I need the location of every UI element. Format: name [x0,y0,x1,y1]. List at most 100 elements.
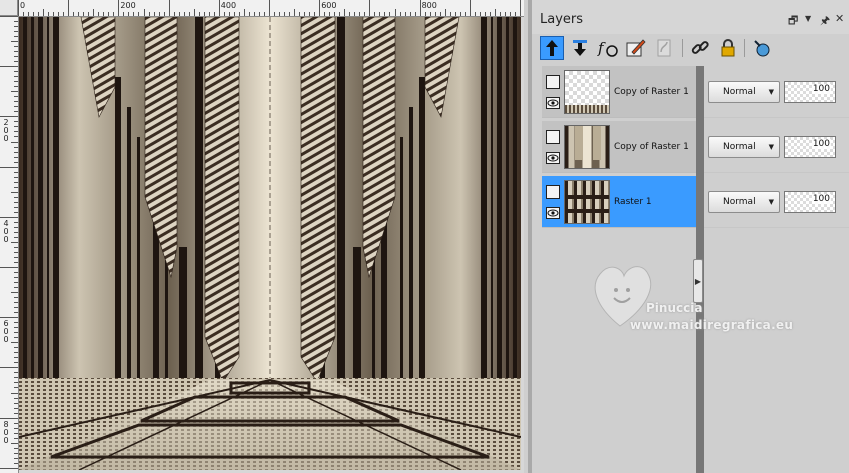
ruler-tick [14,307,18,309]
ruler-tick [14,347,18,349]
visibility-eye-icon[interactable] [546,152,560,164]
ruler-tick [148,12,150,16]
layer-group-icon[interactable] [546,185,560,199]
ruler-tick [454,12,456,16]
visibility-eye-icon[interactable] [546,207,560,219]
layer-row[interactable]: Raster 1 [542,176,696,228]
layer-styles-fx-icon[interactable]: f [596,36,620,60]
ruler-tick [14,337,18,339]
ruler-tick [14,196,18,198]
ruler-tick [168,0,170,16]
opacity-field[interactable]: 100 [784,191,836,213]
ruler-tick [0,367,18,369]
watermark-text: Pinuccia [646,301,703,315]
ruler-tick [399,12,401,16]
layer-thumbnail [564,180,610,224]
blend-mode-select[interactable]: Normal ▼ [708,81,780,103]
ruler-tick [0,267,18,268]
opacity-value: 100 [811,84,831,94]
ruler-tick [14,327,18,329]
ruler-tick [243,9,245,16]
ruler-tick [439,12,441,16]
ruler-tick [33,12,35,16]
ruler-tick [469,0,471,16]
ruler-label: 400 [220,1,237,10]
ruler-tick [118,0,120,16]
ruler-tick [14,96,18,98]
ruler-tick [14,372,18,374]
move-layer-down-icon[interactable] [568,36,592,60]
ruler-tick [499,12,501,16]
ruler-tick [359,12,361,16]
ruler-tick [48,12,50,16]
ruler-tick [14,447,18,449]
ruler-left[interactable]: 200 400 600 800 [0,16,19,473]
layer-row[interactable]: Copy of Raster 1 [542,66,696,118]
layer-group-icon[interactable] [546,75,560,89]
ruler-tick [253,12,255,16]
restore-icon[interactable]: 🗗 [788,12,798,31]
ruler-tick [509,12,511,16]
ruler-tick [14,136,18,138]
ruler-tick [11,241,18,243]
new-layer-icon[interactable] [750,36,774,60]
edit-selection-icon[interactable] [624,36,648,60]
ruler-tick [14,332,18,334]
lock-icon[interactable] [716,36,740,60]
ruler-tick [53,12,55,16]
artwork [19,17,521,470]
ruler-tick [14,236,18,238]
opacity-field[interactable]: 100 [784,136,836,158]
ruler-tick [14,231,18,233]
ruler-tick [14,101,18,103]
ruler-tick [11,41,18,43]
dropdown-icon[interactable]: ▼ [805,14,811,23]
ruler-tick [14,161,18,163]
ruler-tick [0,467,18,469]
opacity-field[interactable]: 100 [784,81,836,103]
ruler-tick [38,12,40,16]
layer-group-icon[interactable] [546,130,560,144]
ruler-tick [238,12,240,16]
blend-mode-select[interactable]: Normal ▼ [708,191,780,213]
opacity-value: 100 [811,194,831,204]
ruler-corner [0,0,18,16]
ruler-label: 800 [421,1,437,10]
pin-icon[interactable]: 🖈 [820,12,830,31]
ruler-tick [414,12,416,16]
ruler-label: 200 [120,1,136,10]
ruler-tick [14,357,18,359]
ruler-tick [484,12,486,16]
ruler-tick [14,452,18,454]
ruler-label: 600 [321,1,337,10]
ruler-tick [444,9,446,16]
visibility-eye-icon[interactable] [546,97,560,109]
ruler-tick [233,12,235,16]
ruler-tick [464,12,466,16]
blend-mode-select[interactable]: Normal ▼ [708,136,780,158]
ruler-tick [14,282,18,284]
opacity-value: 100 [811,139,831,149]
canvas-area[interactable]: 0 200 400 600 800 200 400 600 800 [0,0,524,473]
ruler-tick [459,12,461,16]
link-layer-icon[interactable] [688,36,712,60]
ruler-tick [11,191,18,193]
ruler-tick [0,317,18,319]
layer-row[interactable]: Copy of Raster 1 [542,121,696,173]
ruler-tick [14,31,18,33]
ruler-tick [14,277,18,279]
ruler-tick [14,457,18,459]
ruler-top[interactable]: 0 200 400 600 800 [18,0,524,17]
ruler-tick [143,9,145,16]
ruler-tick [14,412,18,414]
close-icon[interactable]: ✕ [835,12,844,25]
ruler-tick [269,0,270,16]
ruler-tick [14,176,18,178]
image-canvas[interactable] [19,17,521,470]
move-layer-up-icon[interactable] [540,36,564,60]
ruler-label: 0 [20,1,26,10]
mask-icon[interactable] [652,36,676,60]
ruler-tick [514,12,516,16]
ruler-tick [14,432,18,434]
ruler-tick [14,206,18,208]
